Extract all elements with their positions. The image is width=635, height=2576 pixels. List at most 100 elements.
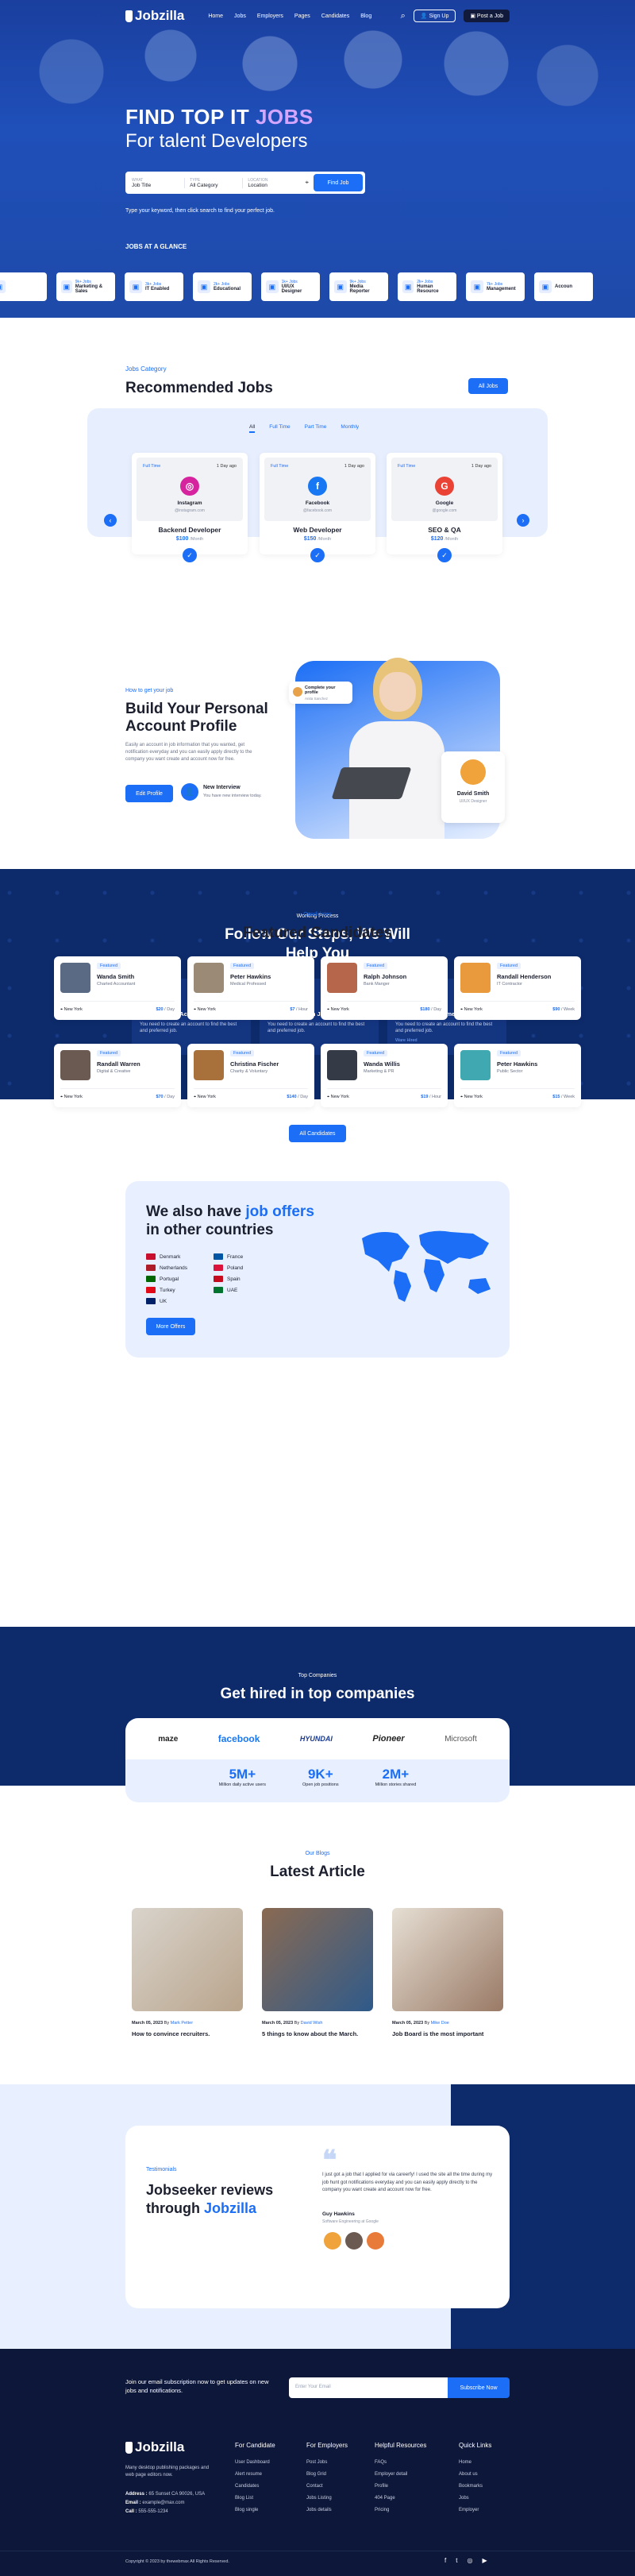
footer-link[interactable]: Blog List: [235, 2496, 275, 2501]
country-item[interactable]: Poland: [214, 1262, 273, 1273]
footer-link[interactable]: About us: [459, 2472, 491, 2477]
type-select[interactable]: TYPE All Category: [190, 177, 244, 188]
footer-link[interactable]: FAQs: [375, 2460, 426, 2465]
twitter-icon[interactable]: t: [456, 2557, 457, 2564]
candidate-card[interactable]: Featured Peter Hawkins Public Sector ⌖ Ne…: [454, 1044, 581, 1107]
location-field[interactable]: LOCATION Location: [248, 178, 300, 188]
candidate-card[interactable]: Featured Randall Warren Digital & Creativ…: [54, 1044, 181, 1107]
footer-link[interactable]: Home: [459, 2460, 491, 2465]
candidate-card[interactable]: Featured Wanda Willis Marketing & PR ⌖ Ne…: [321, 1044, 448, 1107]
what-field[interactable]: WHAT Job Title: [132, 177, 186, 188]
category-card[interactable]: ▣ 2k+ Jobs Educational: [193, 272, 252, 301]
company-logo[interactable]: Microsoft: [444, 1735, 477, 1744]
all-candidates-button[interactable]: All Candidates: [289, 1125, 346, 1142]
category-icon: ▣: [402, 280, 414, 293]
footer-link[interactable]: Blog single: [235, 2508, 275, 2512]
check-icon[interactable]: ✓: [437, 548, 452, 562]
category-card[interactable]: ▣ 2k+ Jobs Human Resource: [398, 272, 456, 301]
footer-link[interactable]: Pricing: [375, 2508, 426, 2512]
footer-link[interactable]: Alert resume: [235, 2472, 275, 2477]
candidate-card[interactable]: Featured Ralph Johnson Bank Manger ⌖ New …: [321, 956, 448, 1020]
category-card[interactable]: ▣: [0, 272, 47, 301]
nav-candidates[interactable]: Candidates: [321, 14, 349, 19]
category-card[interactable]: ▣ 3k+ Jobs IT Enabled: [125, 272, 183, 301]
search-icon[interactable]: ⌕: [401, 11, 406, 21]
country-item[interactable]: Denmark: [146, 1251, 206, 1262]
footer-link[interactable]: Jobs Listing: [306, 2496, 348, 2501]
country-item[interactable]: France: [214, 1251, 273, 1262]
country-item[interactable]: Turkey: [146, 1284, 206, 1296]
nav-employers[interactable]: Employers: [257, 14, 283, 19]
avatar[interactable]: [324, 2232, 341, 2250]
tab-full-time[interactable]: Full Time: [269, 424, 290, 433]
job-card[interactable]: Full Time 1 Day ago ◎ Instagram @instagram…: [132, 453, 248, 562]
post-job-button[interactable]: ▣ Post a Job: [464, 10, 510, 22]
country-item[interactable]: UAE: [214, 1284, 273, 1296]
footer-link[interactable]: Bookmarks: [459, 2484, 491, 2489]
blog-title[interactable]: How to convince recruiters.: [132, 2030, 243, 2037]
check-icon[interactable]: ✓: [310, 548, 325, 562]
avatar[interactable]: [345, 2232, 363, 2250]
footer-link[interactable]: Contact: [306, 2484, 348, 2489]
email-input[interactable]: Enter Your Email: [289, 2377, 448, 2398]
nav-blog[interactable]: Blog: [360, 14, 371, 19]
country-item[interactable]: Netherlands: [146, 1262, 206, 1273]
tab-part-time[interactable]: Part Time: [305, 424, 327, 433]
company-logo[interactable]: facebook: [218, 1733, 260, 1744]
candidate-card[interactable]: Featured Peter Hawkins Medical Professed …: [187, 956, 314, 1020]
logo-row: maze facebook HYUNDAI Pioneer Microsoft: [125, 1718, 510, 1759]
nav-pages[interactable]: Pages: [294, 14, 310, 19]
category-card[interactable]: ▣ 1k+ Jobs UI/UX Designer: [261, 272, 320, 301]
company-logo[interactable]: HYUNDAI: [300, 1735, 333, 1743]
facebook-icon[interactable]: f: [444, 2557, 446, 2564]
next-arrow-icon[interactable]: ›: [517, 514, 529, 527]
subscribe-button[interactable]: Subscribe Now: [448, 2377, 510, 2398]
candidate-card[interactable]: Featured Randall Henderson IT Contractor …: [454, 956, 581, 1020]
prev-arrow-icon[interactable]: ‹: [104, 514, 117, 527]
country-item[interactable]: Portugal: [146, 1273, 206, 1284]
instagram-icon[interactable]: ◎: [467, 2557, 472, 2564]
avatar[interactable]: [367, 2232, 384, 2250]
blog-card[interactable]: March 05, 2023 By Mike Doe Job Board is …: [392, 1908, 503, 2037]
blog-card[interactable]: March 05, 2023 By Mark Petter How to con…: [132, 1908, 243, 2037]
blog-title[interactable]: Job Board is the most important: [392, 2030, 503, 2037]
edit-profile-button[interactable]: Edit Profile: [125, 785, 173, 802]
footer-link[interactable]: Jobs details: [306, 2508, 348, 2512]
footer-link[interactable]: Candidates: [235, 2484, 275, 2489]
more-offers-button[interactable]: More Offers: [146, 1318, 195, 1335]
footer-link[interactable]: Blog Grid: [306, 2472, 348, 2477]
candidate-card[interactable]: Featured Wanda Smith Charted Accountant ⌖…: [54, 956, 181, 1020]
category-card[interactable]: ▣ 9k+ Jobs Media Reporter: [329, 272, 388, 301]
footer-link[interactable]: Employer detail: [375, 2472, 426, 2477]
check-icon[interactable]: ✓: [183, 548, 197, 562]
footer-logo[interactable]: Jobzilla: [125, 2439, 184, 2455]
all-jobs-button[interactable]: All Jobs: [468, 378, 508, 394]
category-card[interactable]: ▣ 9k+ Jobs Marketing & Sales: [56, 272, 115, 301]
blog-title[interactable]: 5 things to know about the March.: [262, 2030, 373, 2037]
company-logo[interactable]: maze: [158, 1735, 178, 1744]
candidate-card[interactable]: Featured Christina Fischer Charity & Volu…: [187, 1044, 314, 1107]
signup-button[interactable]: 👤 Sign Up: [413, 10, 456, 22]
job-card[interactable]: Full Time 1 Day ago G Google @google.com S…: [387, 453, 502, 562]
company-logo[interactable]: Pioneer: [372, 1734, 404, 1744]
tab-all[interactable]: All: [249, 424, 256, 433]
nav-jobs[interactable]: Jobs: [234, 14, 246, 19]
footer-link[interactable]: Post Jobs: [306, 2460, 348, 2465]
category-card[interactable]: ▣ Accoun: [534, 272, 593, 301]
stat: 2M+ Million stories shared: [375, 1767, 417, 1787]
country-item[interactable]: UK: [146, 1296, 206, 1307]
youtube-icon[interactable]: ▶: [482, 2557, 487, 2564]
nav-home[interactable]: Home: [208, 14, 223, 19]
country-item[interactable]: Spain: [214, 1273, 273, 1284]
footer-link[interactable]: Jobs: [459, 2496, 491, 2501]
footer-link[interactable]: User Dashboard: [235, 2460, 275, 2465]
footer-link[interactable]: Profile: [375, 2484, 426, 2489]
category-card[interactable]: ▣ 7k+ Jobs Management: [466, 272, 525, 301]
tab-monthly[interactable]: Monthly: [341, 424, 359, 433]
footer-link[interactable]: Employer: [459, 2508, 491, 2512]
blog-card[interactable]: March 05, 2023 By David Wish 5 things to…: [262, 1908, 373, 2037]
logo[interactable]: Jobzilla: [125, 8, 184, 24]
job-card[interactable]: Full Time 1 Day ago f Facebook @facebook.c…: [260, 453, 375, 562]
footer-link[interactable]: 404 Page: [375, 2496, 426, 2501]
find-job-button[interactable]: Find Job: [313, 174, 363, 191]
